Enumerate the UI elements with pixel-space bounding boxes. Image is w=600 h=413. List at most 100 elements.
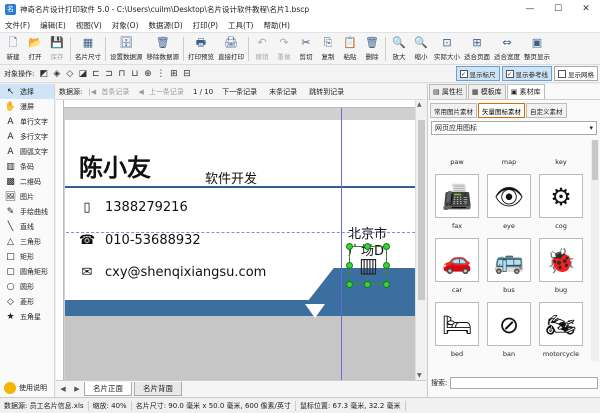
tab-prev-icon[interactable]: ◀: [56, 385, 70, 393]
guide-line-horizontal[interactable]: [56, 232, 415, 233]
tab-next-icon[interactable]: ▶: [70, 385, 84, 393]
tab-card-back[interactable]: 名片背面: [134, 382, 182, 396]
menu-tools[interactable]: 工具(T): [223, 20, 258, 31]
prev-record-button[interactable]: ◀ 上一条记录: [135, 87, 190, 97]
tab-card-front[interactable]: 名片正面: [84, 382, 132, 396]
resize-handle[interactable]: [383, 281, 390, 288]
tool-triangle[interactable]: △ 三角形: [0, 234, 54, 249]
icon-cell-bus[interactable]: 🚌 bus: [485, 238, 533, 294]
fit-page-button[interactable]: ⊞ 适合页面: [462, 34, 492, 64]
group-icon[interactable]: ⊟: [180, 69, 193, 79]
tool-barcode[interactable]: ▥ 条码: [0, 159, 54, 174]
scroll-up-icon[interactable]: ▲: [417, 101, 422, 108]
align-left-icon[interactable]: ⊏: [89, 69, 102, 79]
remove-datasource-button[interactable]: 🗑 移除数据源: [145, 34, 182, 64]
next-record-button[interactable]: 下一条记录: [216, 87, 263, 97]
menu-help[interactable]: 帮助(H): [258, 20, 295, 31]
search-input[interactable]: [450, 377, 598, 389]
icon-cell-eye[interactable]: 👁 eye: [485, 174, 533, 230]
menu-file[interactable]: 文件(F): [0, 20, 35, 31]
resize-handle[interactable]: [346, 262, 353, 269]
card-tel-row[interactable]: ☎ 010-53688932: [79, 233, 201, 248]
tab-templates[interactable]: ▦ 模板库: [467, 84, 506, 99]
resize-handle[interactable]: [383, 262, 390, 269]
layer-down-icon[interactable]: ◇: [63, 69, 76, 79]
subtab-custom-assets[interactable]: 自定义素材: [526, 103, 567, 118]
menu-datasource[interactable]: 数据源(D): [144, 20, 188, 31]
scrollbar-thumb[interactable]: [592, 140, 598, 180]
icon-cell-bug[interactable]: 🐞 bug: [537, 238, 585, 294]
tool-freehand[interactable]: ✎ 手绘曲线: [0, 204, 54, 219]
resize-handle[interactable]: [346, 243, 353, 250]
send-back-icon[interactable]: ◪: [76, 69, 89, 79]
maximize-button[interactable]: ☐: [544, 0, 572, 18]
resize-handle[interactable]: [364, 243, 371, 250]
menu-view[interactable]: 视图(V): [71, 20, 107, 31]
show-grid-toggle[interactable]: 显示网格: [554, 66, 598, 81]
resize-handle[interactable]: [383, 243, 390, 250]
guide-line-vertical[interactable]: [341, 100, 342, 380]
tool-rounded-rect[interactable]: ▢ 圆角矩形: [0, 264, 54, 279]
tool-diamond[interactable]: ◇ 菱形: [0, 294, 54, 309]
zoom-out-button[interactable]: 🔍 缩小: [410, 34, 432, 64]
tool-line[interactable]: ╲ 直线: [0, 219, 54, 234]
layer-up-icon[interactable]: ◈: [50, 69, 63, 79]
align-center-icon[interactable]: ⊐: [102, 69, 115, 79]
align-middle-icon[interactable]: ⊕: [141, 69, 154, 79]
tool-circle[interactable]: ○ 圆形: [0, 279, 54, 294]
icon-cell-bed[interactable]: 🛏 bed: [433, 302, 481, 358]
tool-arc-text[interactable]: A 圆弧文字: [0, 144, 54, 159]
icon-cell-paw[interactable]: paw: [433, 154, 481, 166]
icon-grid-scrollbar[interactable]: [591, 140, 599, 362]
menu-print[interactable]: 打印(P): [188, 20, 223, 31]
scroll-down-icon[interactable]: ▼: [417, 372, 422, 379]
actual-size-button[interactable]: ⊡ 实际大小: [432, 34, 462, 64]
menu-object[interactable]: 对象(O): [107, 20, 144, 31]
delete-button[interactable]: 🗑 删除: [361, 34, 383, 64]
selected-building-icon[interactable]: ▥: [349, 246, 387, 284]
tab-assets[interactable]: ▣ 素材库: [506, 84, 545, 99]
lock-icon[interactable]: ⊞: [167, 69, 180, 79]
new-button[interactable]: 🗋 新建: [2, 34, 24, 64]
minimize-button[interactable]: —: [516, 0, 544, 18]
help-button[interactable]: 使用说明: [0, 379, 55, 397]
icon-category-select[interactable]: 网页应用图标 ▾: [431, 121, 597, 135]
design-canvas[interactable]: 陈小友 软件开发 ▯ 13882792​16 ☎ 010-53688932 ✉ cxy…: [56, 100, 415, 380]
open-button[interactable]: 📂 打开: [24, 34, 46, 64]
jump-record-button[interactable]: 跳转到记录: [303, 87, 350, 97]
card-job-text[interactable]: 软件开发: [205, 168, 257, 187]
subtab-vector-icons[interactable]: 矢量图标素材: [478, 103, 525, 118]
blue-band[interactable]: [65, 300, 415, 316]
tool-rectangle[interactable]: □ 矩形: [0, 249, 54, 264]
tool-select[interactable]: ↖ 选择: [0, 84, 54, 99]
icon-cell-car[interactable]: 🚗 car: [433, 238, 481, 294]
icon-cell-cog[interactable]: ⚙ cog: [537, 174, 585, 230]
card-name-text[interactable]: 陈小友: [79, 148, 151, 183]
white-notch-shape[interactable]: [305, 304, 325, 318]
align-top-icon[interactable]: ⊓: [115, 69, 128, 79]
tool-star[interactable]: ★ 五角星: [0, 309, 54, 324]
full-page-button[interactable]: ▣ 整页显示: [522, 34, 552, 64]
print-preview-button[interactable]: 🖶 打印预览: [186, 34, 216, 64]
tool-image[interactable]: 🖼 图片: [0, 189, 54, 204]
redo-button[interactable]: ↷ 重做: [273, 34, 295, 64]
fit-width-button[interactable]: ⇔ 适合宽度: [492, 34, 522, 64]
card-phone-row[interactable]: ▯ 13882792​16: [79, 200, 187, 215]
card-email-row[interactable]: ✉ cxy@shenqixiangsu.com: [79, 265, 267, 280]
icon-cell-fax[interactable]: 📠 fax: [433, 174, 481, 230]
icon-cell-ban[interactable]: ⊘ ban: [485, 302, 533, 358]
tool-single-text[interactable]: A 单行文字: [0, 114, 54, 129]
bring-front-icon[interactable]: ◩: [37, 69, 50, 79]
tool-pan[interactable]: ✋ 漫屏: [0, 99, 54, 114]
tool-qrcode[interactable]: ▩ 二维码: [0, 174, 54, 189]
cut-button[interactable]: ✂ 剪切: [295, 34, 317, 64]
align-bottom-icon[interactable]: ⊔: [128, 69, 141, 79]
zoom-in-button[interactable]: 🔍 放大: [388, 34, 410, 64]
resize-handle[interactable]: [364, 281, 371, 288]
scrollbar-thumb[interactable]: [418, 120, 425, 300]
save-button[interactable]: 💾 保存: [46, 34, 68, 64]
distribute-icon[interactable]: ⋮: [154, 69, 167, 79]
gray-band[interactable]: [65, 316, 415, 380]
undo-button[interactable]: ↶ 撤销: [251, 34, 273, 64]
icon-cell-map[interactable]: map: [485, 154, 533, 166]
